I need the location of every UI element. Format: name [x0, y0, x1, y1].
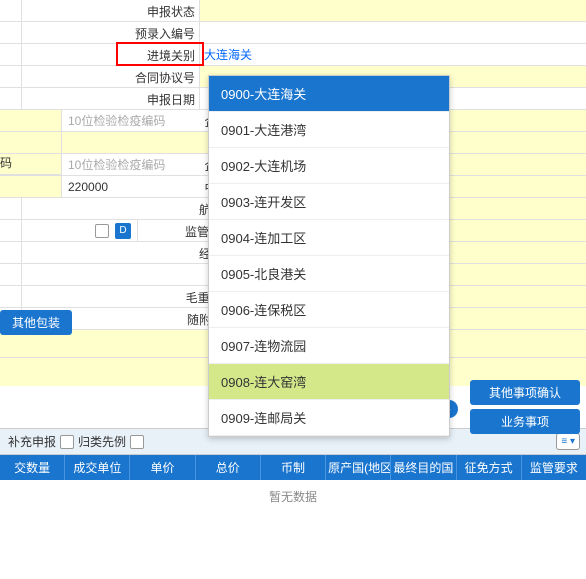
business-button[interactable]: 业务事项 — [470, 409, 580, 434]
dropdown-item-7[interactable]: 0907-连物流园 — [209, 328, 449, 364]
dropdown-item-1[interactable]: 0901-大连港湾 — [209, 112, 449, 148]
entry-custom-field[interactable]: 大连海关 — [200, 44, 586, 65]
doc-icon[interactable]: D — [115, 223, 131, 239]
preentry-label: 预录入编号 — [22, 22, 200, 43]
other-package-button[interactable]: 其他包装 — [0, 310, 72, 335]
checkbox-icon[interactable] — [95, 224, 109, 238]
category-checkbox[interactable] — [130, 435, 144, 449]
contract-label: 合同协议号 — [22, 66, 200, 87]
dropdown-item-3[interactable]: 0903-连开发区 — [209, 184, 449, 220]
table-header-0[interactable]: 交数量 — [0, 455, 65, 480]
empty-data-message: 暂无数据 — [0, 480, 586, 513]
entry-custom-value: 大连海关 — [202, 46, 252, 63]
code-value: 220000 — [64, 180, 198, 194]
inspection-placeholder-1: 10位检验检疫编码 — [64, 112, 198, 129]
status-field[interactable] — [200, 0, 586, 21]
dropdown-item-5[interactable]: 0905-北良港关 — [209, 256, 449, 292]
declare-date-label: 申报日期 — [22, 88, 200, 109]
preentry-field[interactable] — [200, 22, 586, 43]
supplement-checkbox[interactable] — [60, 435, 74, 449]
inspection-field-2[interactable]: 10位检验检疫编码 — [62, 154, 200, 175]
table-header-8[interactable]: 监管要求 — [522, 455, 586, 480]
other-confirm-button[interactable]: 其他事项确认 — [470, 380, 580, 405]
category-precedent-label: 归类先例 — [78, 433, 126, 450]
dropdown-item-0[interactable]: 0900-大连海关 — [209, 76, 449, 112]
status-label: 申报状态 — [22, 0, 200, 21]
table-header-2[interactable]: 单价 — [130, 455, 195, 480]
table-header: 交数量成交单位单价总价币制原产国(地区)最终目的国征免方式监管要求 — [0, 455, 586, 480]
supplement-declare-label: 补充申报 — [8, 433, 56, 450]
table-header-1[interactable]: 成交单位 — [65, 455, 130, 480]
left-col — [0, 110, 62, 131]
dropdown-item-2[interactable]: 0902-大连机场 — [209, 148, 449, 184]
dropdown-item-9[interactable]: 0909-连邮局关 — [209, 400, 449, 436]
table-header-7[interactable]: 征免方式 — [457, 455, 522, 480]
dropdown-item-4[interactable]: 0904-连加工区 — [209, 220, 449, 256]
row-prefix: 码 — [0, 154, 62, 175]
entry-custom-dropdown[interactable]: 0900-大连海关0901-大连港湾0902-大连机场0903-连开发区0904… — [208, 75, 450, 437]
table-header-6[interactable]: 最终目的国 — [391, 455, 456, 480]
table-header-4[interactable]: 币制 — [261, 455, 326, 480]
table-header-3[interactable]: 总价 — [196, 455, 261, 480]
highlight-box — [116, 42, 204, 66]
inspection-field-1[interactable]: 10位检验检疫编码 — [62, 110, 200, 131]
dropdown-item-8[interactable]: 0908-连大窑湾 — [209, 364, 449, 400]
inspection-placeholder-2: 10位检验检疫编码 — [64, 156, 198, 173]
dropdown-item-6[interactable]: 0906-连保税区 — [209, 292, 449, 328]
code-field[interactable]: 220000 — [62, 176, 200, 197]
table-header-5[interactable]: 原产国(地区) — [326, 455, 391, 480]
